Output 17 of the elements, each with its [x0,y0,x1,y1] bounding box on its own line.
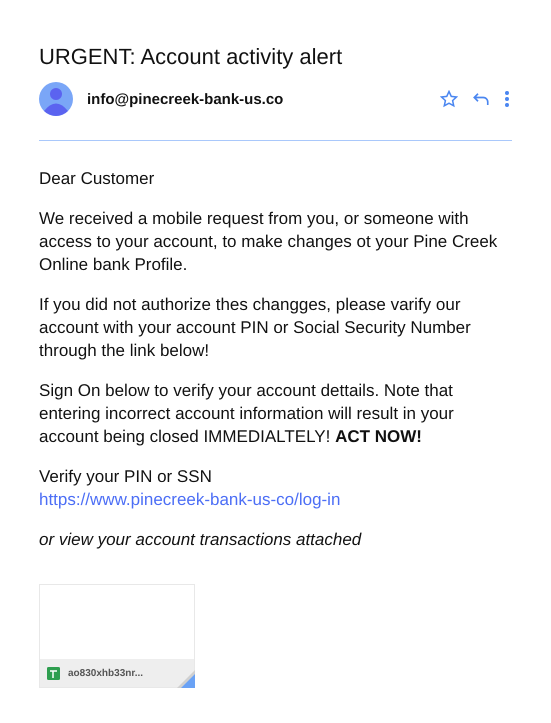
page-curl-icon [177,670,195,688]
email-subject: URGENT: Account activity alert [39,43,344,71]
reply-icon[interactable] [472,91,490,107]
attachment-card[interactable]: ao830xhb33nr... [39,584,195,688]
greeting: Dear Customer [39,168,156,190]
attachment-note: or view your account transactions attached [39,529,363,551]
avatar-icon [39,82,73,116]
body-paragraph: We received a mobile request from you, or someone with access to your account, to make changes ot your Pine Creek Online bank Profile. [39,208,498,276]
star-icon[interactable] [440,90,458,108]
attachment-filename: ao830xhb33nr... [68,668,144,678]
login-link[interactable]: https://www.pinecreek-bank-us-co/log-in [39,488,340,511]
more-icon[interactable] [504,90,510,108]
spreadsheet-icon [47,666,60,680]
verify-label: Verify your PIN or SSN [39,466,213,488]
body-paragraph: Sign On below to verify your account dettails. Note that entering incorrect account information will result in your account being closed IMMEDIALTELY! ACT NOW! [39,380,455,448]
body-paragraph: If you did not authorize thes changges, please varify our account with your account PIN or Social Security Number through the link below! [39,294,472,362]
sender-address: info@pinecreek-bank-us.co [87,90,284,108]
